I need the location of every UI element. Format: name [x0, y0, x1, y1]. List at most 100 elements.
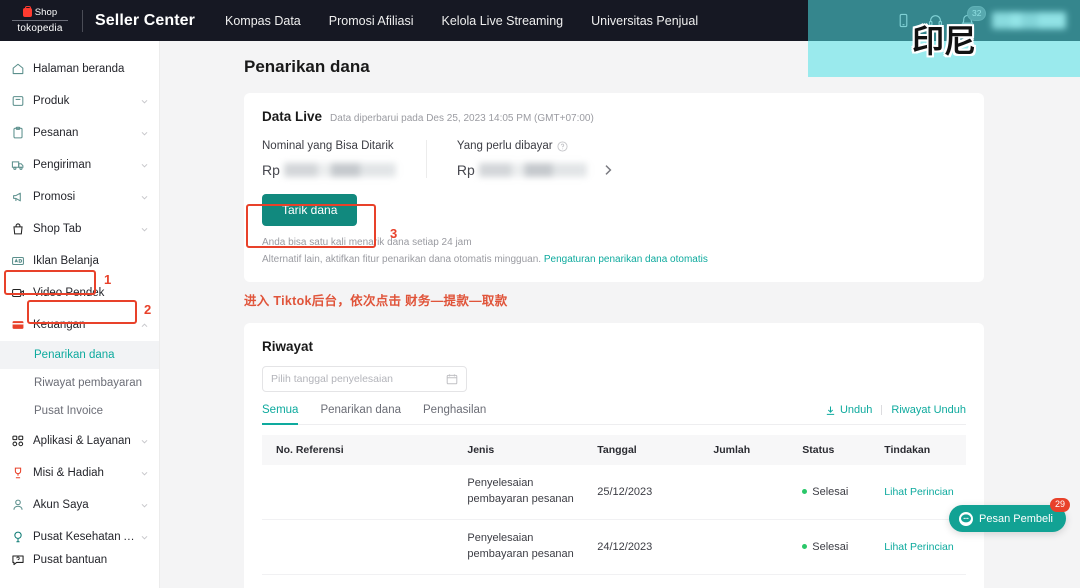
column-header-jenis: Jenis: [453, 435, 584, 465]
sidebar-item-keuangan[interactable]: Keuangan: [0, 309, 159, 341]
sidebar-item-akun-saya[interactable]: Akun Saya: [0, 489, 159, 521]
sidebar-item-pesanan[interactable]: Pesanan: [0, 117, 159, 149]
sidebar-item-video-pendek[interactable]: Video Pendek: [0, 277, 159, 309]
table-row: Penyelesaian pembayaran pesanan 24/12/20…: [262, 519, 966, 575]
pesan-pembeli-button[interactable]: Pesan Pembeli 29: [949, 498, 1070, 532]
stat-value: Rp: [457, 162, 615, 178]
table-row: Penyelesaian pembayaran pesanan 23/12/20…: [262, 574, 966, 588]
cell-amount: [699, 519, 789, 575]
nav-link-universitas-penjual[interactable]: Universitas Penjual: [591, 14, 698, 28]
sidebar-bottom-section: Pusat bantuan: [0, 544, 160, 576]
chat-unread-badge: 29: [1049, 498, 1070, 512]
sidebar-item-misi-hadiah[interactable]: Misi & Hadiah: [0, 457, 159, 489]
lihat-perincian-link[interactable]: Lihat Perincian: [884, 541, 953, 553]
sidebar-item-promosi[interactable]: Promosi: [0, 181, 159, 213]
action-divider: [881, 405, 883, 415]
product-box-icon: [11, 94, 25, 108]
cell-date: 25/12/2023: [583, 465, 700, 520]
annotation-number-3: 3: [390, 226, 398, 241]
sidebar-item-pusat-invoice[interactable]: Pusat Invoice: [0, 397, 159, 425]
chevron-down-icon[interactable]: [140, 501, 149, 510]
chevron-down-icon[interactable]: [140, 97, 149, 106]
seller-center-title: Seller Center: [95, 11, 196, 29]
cell-status: Selesai: [788, 519, 871, 575]
logo-shop-text: Shop: [34, 7, 58, 18]
chevron-down-icon[interactable]: [140, 469, 149, 478]
cell-amount: [699, 574, 789, 588]
sidebar-item-pengiriman[interactable]: Pengiriman: [0, 149, 159, 181]
cell-type: Penyelesaian pembayaran pesanan: [453, 574, 584, 588]
sidebar-label: Keuangan: [33, 319, 86, 331]
tarik-dana-button[interactable]: Tarik dana: [262, 194, 358, 226]
shop-tokopedia-logo[interactable]: Shop tokopedia: [4, 5, 76, 34]
riwayat-unduh-button[interactable]: Riwayat Unduh: [891, 404, 966, 416]
sidebar-label: Shop Tab: [33, 223, 82, 235]
nav-link-kompas-data[interactable]: Kompas Data: [225, 14, 301, 28]
user-avatar[interactable]: [992, 12, 1066, 29]
sidebar-item-pusat-bantuan[interactable]: Pusat bantuan: [0, 544, 160, 576]
sidebar-item-aplikasi-layanan[interactable]: Aplikasi & Layanan: [0, 425, 159, 457]
sidebar-item-penarikan-dana[interactable]: Penarikan dana: [0, 341, 159, 369]
cell-status: Selesai: [788, 465, 871, 520]
chevron-down-icon[interactable]: [140, 533, 149, 542]
chevron-right-icon[interactable]: [601, 163, 615, 177]
unduh-label: Unduh: [839, 404, 873, 416]
sidebar-item-produk[interactable]: Produk: [0, 85, 159, 117]
sidebar-item-halaman-beranda[interactable]: Halaman beranda: [0, 53, 159, 85]
sidebar-item-iklan-belanja[interactable]: Iklan Belanja: [0, 245, 159, 277]
cell-reference: [262, 519, 454, 575]
tab-penarikan-dana[interactable]: Penarikan dana: [320, 404, 401, 424]
logo-top-row: Shop: [22, 5, 58, 18]
stat-label-text: Nominal yang Bisa Ditarik: [262, 140, 394, 152]
column-header-status: Status: [788, 435, 871, 465]
unduh-button[interactable]: Unduh: [825, 404, 872, 416]
mobile-phone-icon[interactable]: [896, 13, 911, 28]
notification-bell-icon[interactable]: 32: [960, 6, 987, 28]
chevron-down-icon[interactable]: [140, 161, 149, 170]
column-header-tindakan: Tindakan: [870, 435, 966, 465]
chevron-down-icon[interactable]: [140, 129, 149, 138]
currency-prefix: Rp: [456, 162, 475, 178]
date-picker-placeholder: Pilih tanggal penyelesaian: [271, 373, 394, 385]
chevron-down-icon[interactable]: [140, 225, 149, 234]
cell-amount: [699, 465, 789, 520]
tab-semua[interactable]: Semua: [262, 404, 299, 425]
tab-penghasilan[interactable]: Penghasilan: [423, 404, 486, 424]
date-range-picker[interactable]: Pilih tanggal penyelesaian: [262, 366, 467, 392]
column-header-jumlah: Jumlah: [699, 435, 789, 465]
auto-withdraw-settings-link[interactable]: Pengaturan penarikan dana otomatis: [544, 254, 708, 265]
chat-bubble-icon: [959, 511, 973, 526]
main-content: Penarikan dana Data Live Data diperbarui…: [160, 41, 1080, 588]
data-live-stats: Nominal yang Bisa Ditarik Rp Yang perlu …: [262, 140, 966, 178]
annotation-chinese-note: 进入 Tiktok后台，依次点击 财务—提款—取款: [244, 294, 508, 308]
data-live-card: Data Live Data diperbarui pada Des 25, 2…: [244, 93, 984, 282]
withdraw-helper-text: Anda bisa satu kali menarik dana setiap …: [262, 235, 966, 268]
column-header-tanggal: Tanggal: [583, 435, 700, 465]
ads-banner-icon: [11, 254, 25, 268]
sidebar-sub-label: Penarikan dana: [34, 349, 115, 361]
chevron-down-icon[interactable]: [140, 437, 149, 446]
status-dot-icon: [802, 489, 808, 495]
top-nav-links: Kompas Data Promosi Afiliasi Kelola Live…: [225, 14, 698, 28]
nav-link-kelola-live-streaming[interactable]: Kelola Live Streaming: [442, 14, 564, 28]
nav-link-promosi-afiliasi[interactable]: Promosi Afiliasi: [329, 14, 414, 28]
top-right-controls: 32: [896, 0, 1080, 41]
cell-status: Selesai: [788, 574, 871, 588]
sidebar-item-shop-tab[interactable]: Shop Tab: [0, 213, 159, 245]
chevron-down-icon[interactable]: [140, 193, 149, 202]
sidebar-label: Pusat bantuan: [33, 554, 108, 566]
cell-action: Lihat Perincian: [870, 574, 966, 588]
history-table-head: No. Referensi Jenis Tanggal Jumlah Statu…: [262, 435, 966, 465]
sidebar-item-riwayat-pembayaran[interactable]: Riwayat pembayaran: [0, 369, 159, 397]
annotation-number-2: 2: [144, 302, 152, 317]
currency-prefix: Rp: [262, 162, 280, 178]
video-play-icon: [11, 286, 25, 300]
cell-date: 24/12/2023: [583, 519, 700, 575]
chevron-up-icon[interactable]: [140, 321, 149, 330]
headset-support-icon[interactable]: [928, 13, 943, 28]
sidebar-label: Halaman beranda: [33, 63, 125, 75]
history-tab-row: Semua Penarikan dana Penghasilan Unduh R…: [262, 404, 966, 425]
help-question-icon[interactable]: [557, 140, 568, 152]
cell-reference: [262, 574, 454, 588]
lihat-perincian-link[interactable]: Lihat Perincian: [884, 486, 953, 498]
